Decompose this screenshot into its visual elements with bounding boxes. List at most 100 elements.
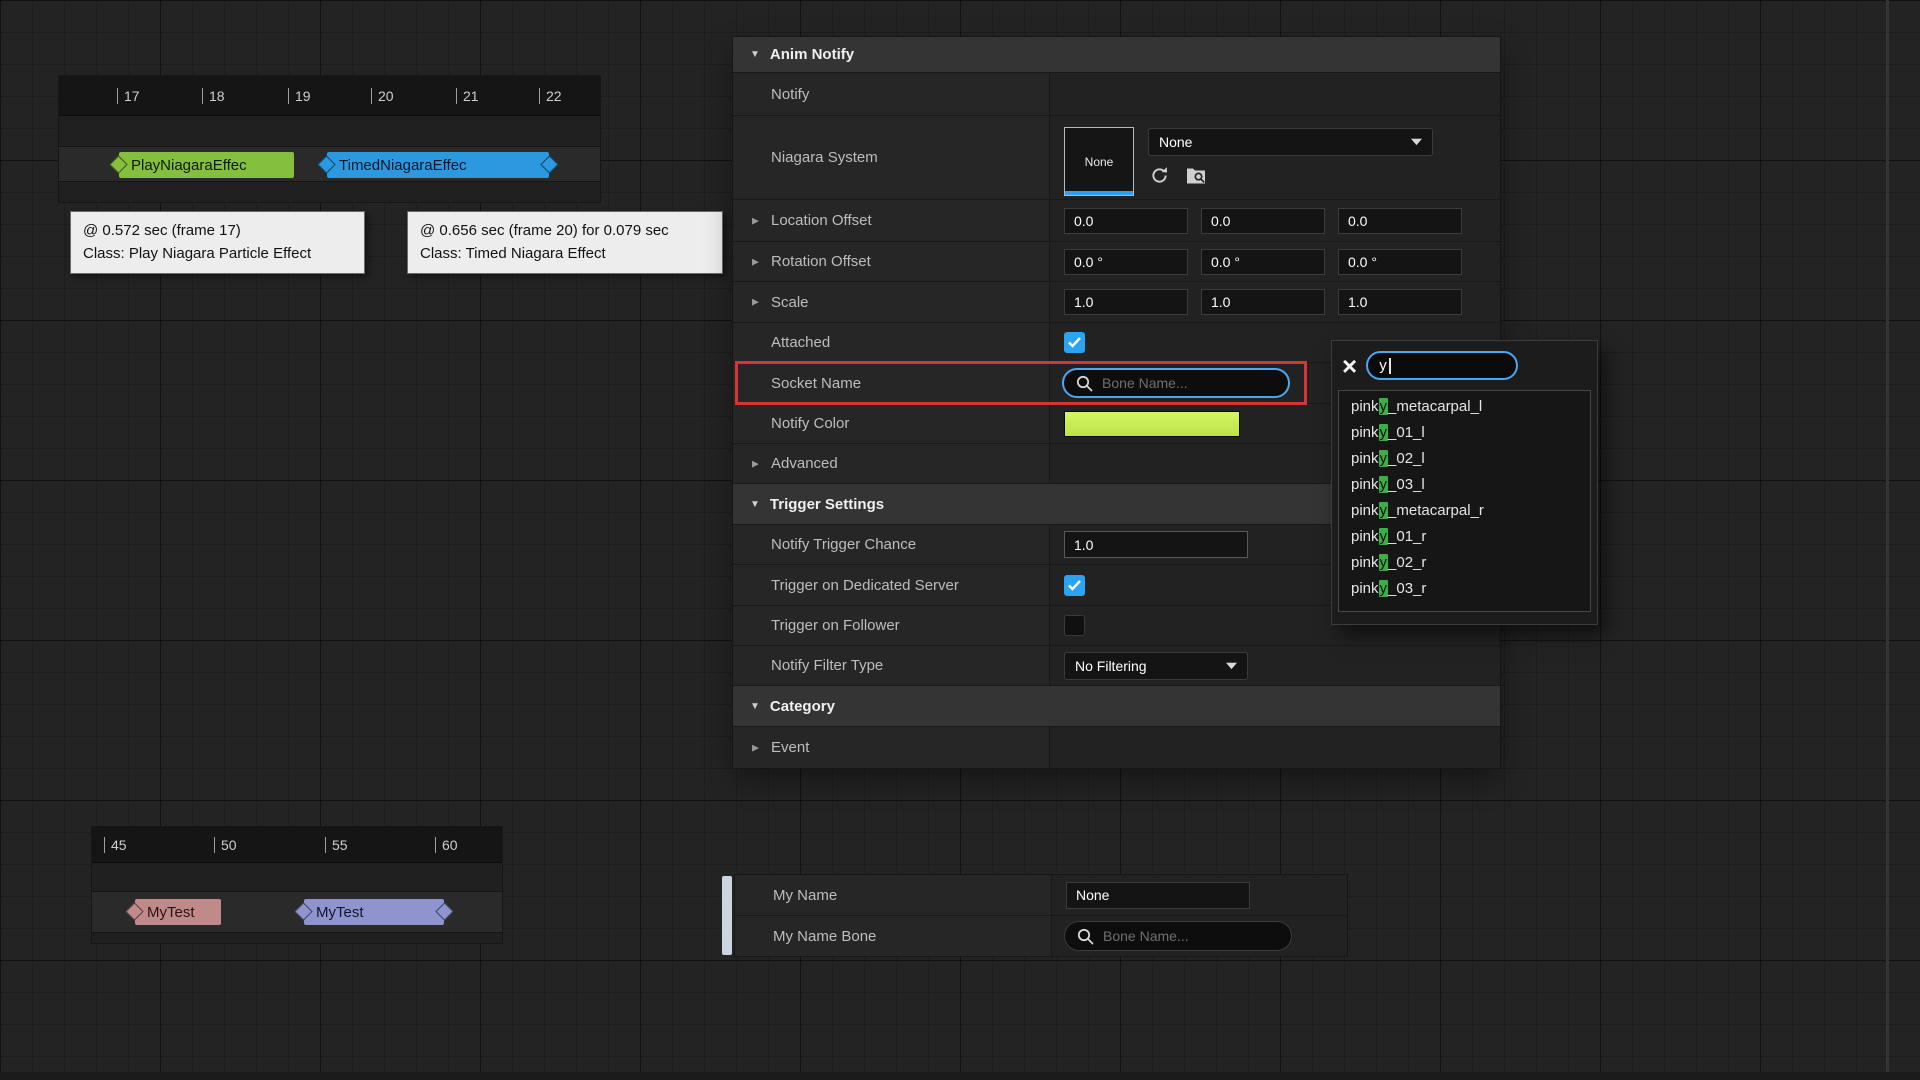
chevron-down-icon[interactable]: ▼ [750, 701, 760, 712]
notify-lane-bottom: MyTest MyTest [92, 863, 502, 943]
expander-icon[interactable]: ▶ [752, 742, 759, 753]
asset-thumbnail-label: None [1085, 155, 1114, 169]
selection-accent-bar [722, 876, 732, 955]
text-caret [1389, 358, 1391, 374]
notify-label: MyTest [147, 904, 195, 921]
notify-tooltip-play: @ 0.572 sec (frame 17) Class: Play Niaga… [70, 211, 365, 274]
row-label: My Name [773, 887, 837, 904]
tooltip-class-line: Class: Timed Niagara Effect [420, 243, 710, 266]
row-label: Trigger on Dedicated Server [771, 577, 959, 594]
bottom-edge-strip [0, 1072, 1920, 1080]
ue-graph-canvas: 17 18 19 20 21 22 PlayNiagaraEffec Timed… [0, 0, 1920, 1080]
expander-icon[interactable]: ▶ [752, 215, 759, 226]
row-label: Notify [771, 86, 809, 103]
chevron-down-icon[interactable]: ▼ [750, 499, 760, 510]
notify-track-bottom: 45 50 55 60 MyTest MyTest [92, 827, 502, 943]
frame-tick: 17 [117, 88, 140, 104]
trigger-on-follower-checkbox[interactable] [1064, 615, 1085, 636]
rotation-offset-y-field[interactable]: 0.0 ° [1201, 249, 1325, 275]
bone-suggestion-item[interactable]: pinky_02_l [1339, 446, 1590, 472]
section-title: Trigger Settings [770, 496, 884, 513]
frame-tick: 50 [214, 837, 237, 853]
row-notify-filter-type[interactable]: Notify Filter Type No Filtering ▼ [733, 646, 1500, 686]
bone-suggestion-item[interactable]: pinky_metacarpal_r [1339, 498, 1590, 524]
row-label: Trigger on Follower [771, 617, 900, 634]
row-scale[interactable]: ▶ Scale 1.0 1.0 1.0 [733, 282, 1500, 323]
bone-suggestion-item[interactable]: pinky_01_l [1339, 420, 1590, 446]
notify-tooltip-timed: @ 0.656 sec (frame 20) for 0.079 sec Cla… [407, 211, 723, 274]
tooltip-class-line: Class: Play Niagara Particle Effect [83, 243, 352, 266]
row-label: Rotation Offset [771, 253, 871, 270]
asset-thumbnail[interactable]: None [1064, 127, 1134, 196]
bone-suggestion-item[interactable]: pinky_02_r [1339, 550, 1590, 576]
notify-timed-niagara-effect[interactable]: TimedNiagaraEffec [327, 152, 549, 178]
frame-tick: 18 [202, 88, 225, 104]
socket-name-search-input[interactable]: Bone Name... [1062, 368, 1290, 398]
expander-icon[interactable]: ▶ [752, 256, 759, 267]
notify-mytest-a[interactable]: MyTest [135, 899, 221, 925]
notify-color-swatch[interactable] [1064, 411, 1240, 437]
location-offset-x-field[interactable]: 0.0 [1064, 208, 1188, 234]
browse-to-asset-icon[interactable] [1184, 163, 1208, 187]
section-title: Category [770, 698, 835, 715]
bone-search-input[interactable]: y [1366, 351, 1518, 380]
niagara-system-dropdown[interactable]: None ▼ [1148, 128, 1433, 156]
timeline-ruler-bottom[interactable]: 45 50 55 60 [92, 827, 502, 863]
frame-tick: 21 [456, 88, 479, 104]
row-label: Notify Trigger Chance [771, 536, 916, 553]
row-label: Location Offset [771, 212, 872, 229]
row-label: Notify Color [771, 415, 849, 432]
row-location-offset[interactable]: ▶ Location Offset 0.0 0.0 0.0 [733, 200, 1500, 242]
trigger-on-dedicated-server-checkbox[interactable] [1064, 575, 1085, 596]
row-niagara-system[interactable]: Niagara System None None ▼ [733, 116, 1500, 200]
chevron-down-icon: ▼ [1407, 136, 1426, 148]
timeline-ruler-top[interactable]: 17 18 19 20 21 22 [59, 76, 600, 116]
row-my-name[interactable]: My Name None [735, 875, 1347, 916]
frame-tick: 45 [104, 837, 127, 853]
notify-play-niagara-effect[interactable]: PlayNiagaraEffec [119, 152, 294, 178]
location-offset-z-field[interactable]: 0.0 [1338, 208, 1462, 234]
section-header-anim-notify[interactable]: ▼ Anim Notify [733, 37, 1500, 73]
row-notify[interactable]: Notify [733, 73, 1500, 116]
search-icon [1077, 928, 1094, 945]
scale-x-field[interactable]: 1.0 [1064, 289, 1188, 315]
expander-icon[interactable]: ▶ [752, 458, 759, 469]
my-name-bone-placeholder: Bone Name... [1103, 928, 1189, 944]
panel-edge-divider [1886, 0, 1889, 1080]
frame-tick: 22 [539, 88, 562, 104]
location-offset-y-field[interactable]: 0.0 [1201, 208, 1325, 234]
bone-suggestion-item[interactable]: pinky_01_r [1339, 524, 1590, 550]
frame-tick: 20 [371, 88, 394, 104]
search-icon [1076, 375, 1093, 392]
row-label: Notify Filter Type [771, 657, 883, 674]
section-header-category[interactable]: ▼ Category [733, 686, 1500, 727]
row-event[interactable]: ▶ Event [733, 727, 1500, 768]
notify-mytest-b[interactable]: MyTest [304, 899, 444, 925]
tooltip-time-line: @ 0.572 sec (frame 17) [83, 220, 352, 243]
bone-suggestion-item[interactable]: pinky_metacarpal_l [1339, 394, 1590, 420]
row-rotation-offset[interactable]: ▶ Rotation Offset 0.0 ° 0.0 ° 0.0 ° [733, 242, 1500, 282]
expander-icon[interactable]: ▶ [752, 297, 759, 308]
row-label: Event [771, 739, 809, 756]
attached-checkbox[interactable] [1064, 332, 1085, 353]
rotation-offset-x-field[interactable]: 0.0 ° [1064, 249, 1188, 275]
row-my-name-bone[interactable]: My Name Bone Bone Name... [735, 916, 1347, 956]
notify-filter-type-dropdown[interactable]: No Filtering ▼ [1064, 652, 1248, 680]
my-name-field[interactable]: None [1066, 882, 1250, 909]
bone-suggestion-item[interactable]: pinky_03_l [1339, 472, 1590, 498]
section-title: Anim Notify [770, 46, 854, 63]
rotation-offset-z-field[interactable]: 0.0 ° [1338, 249, 1462, 275]
notify-label: MyTest [316, 904, 364, 921]
my-name-bone-search-input[interactable]: Bone Name... [1064, 921, 1292, 951]
details-panel-bottom: My Name None My Name Bone Bone Name... [735, 875, 1347, 956]
close-icon[interactable]: × [1342, 356, 1357, 376]
use-selected-asset-icon[interactable] [1147, 163, 1171, 187]
notify-trigger-chance-field[interactable]: 1.0 [1064, 531, 1248, 558]
bone-suggestion-item[interactable]: pinky_03_r [1339, 576, 1590, 602]
frame-tick: 19 [288, 88, 311, 104]
notify-value-empty [1049, 73, 1500, 115]
scale-z-field[interactable]: 1.0 [1338, 289, 1462, 315]
chevron-down-icon[interactable]: ▼ [750, 49, 760, 60]
scale-y-field[interactable]: 1.0 [1201, 289, 1325, 315]
frame-tick: 60 [435, 837, 458, 853]
